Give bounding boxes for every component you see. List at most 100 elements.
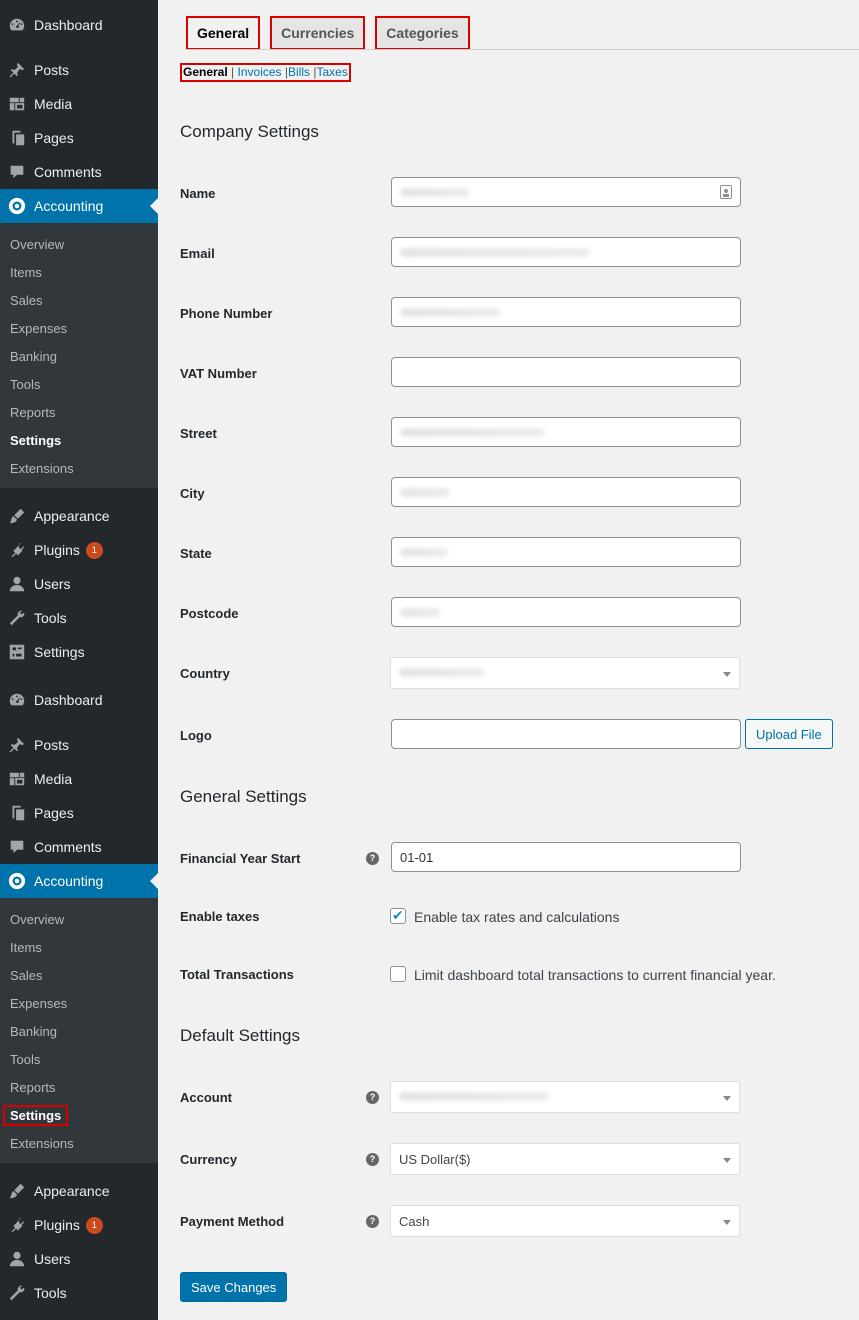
submenu-item-settings[interactable]: Settings xyxy=(0,1101,158,1129)
help-icon[interactable]: ? xyxy=(366,1153,379,1166)
sidebar-item-accounting[interactable]: Accounting xyxy=(0,864,158,898)
update-count-badge: 1 xyxy=(85,541,103,559)
submenu-item-label: Expenses xyxy=(10,995,68,1011)
logo-label: Logo xyxy=(180,728,212,743)
email-input[interactable] xyxy=(391,237,741,267)
sidebar-item-comments[interactable]: Comments xyxy=(0,830,158,864)
payment-method-select[interactable]: Cash xyxy=(390,1205,740,1237)
help-icon[interactable]: ? xyxy=(366,1215,379,1228)
phone-input[interactable] xyxy=(391,297,741,327)
tab-currencies[interactable]: Currencies xyxy=(270,16,366,50)
submenu-item-label: Expenses xyxy=(10,320,68,336)
city-input[interactable] xyxy=(391,477,741,507)
sidebar-item-plugins[interactable]: Plugins 1 xyxy=(0,533,158,567)
sidebar-item-media[interactable]: Media xyxy=(0,762,158,796)
currency-select[interactable]: US Dollar($) xyxy=(390,1143,740,1175)
submenu-item-label: Sales xyxy=(10,967,43,983)
postcode-input[interactable] xyxy=(391,597,741,627)
subsection-taxes[interactable]: Taxes xyxy=(317,65,348,79)
sidebar-item-users[interactable]: Users xyxy=(0,567,158,601)
tab-general[interactable]: General xyxy=(186,16,261,50)
submenu-item-extensions[interactable]: Extensions xyxy=(0,1129,158,1157)
postcode-label: Postcode xyxy=(180,606,239,621)
pages-icon xyxy=(7,803,27,823)
country-select[interactable] xyxy=(390,657,740,689)
state-input[interactable] xyxy=(391,537,741,567)
submenu-item-expenses[interactable]: Expenses xyxy=(0,989,158,1017)
sidebar-item-label: Comments xyxy=(34,164,102,180)
sidebar-item-label: Plugins xyxy=(34,542,80,558)
subsection-bills[interactable]: Bills xyxy=(288,65,310,79)
pages-icon xyxy=(7,128,27,148)
submenu-item-items[interactable]: Items xyxy=(0,258,158,286)
submenu-item-label: Tools xyxy=(10,376,41,392)
currency-label: Currency xyxy=(180,1152,238,1167)
submenu-item-banking[interactable]: Banking xyxy=(0,1017,158,1045)
enable-taxes-checkbox[interactable] xyxy=(390,907,406,924)
submenu-item-sales[interactable]: Sales xyxy=(0,961,158,989)
sidebar-item-dashboard[interactable]: Dashboard xyxy=(0,8,158,42)
enable-taxes-text: Enable tax rates and calculations xyxy=(414,909,620,925)
sidebar-item-appearance[interactable]: Appearance xyxy=(0,1174,158,1208)
sidebar-item-dashboard[interactable]: Dashboard xyxy=(0,683,158,717)
sidebar-item-pages[interactable]: Pages xyxy=(0,121,158,155)
submenu-item-settings[interactable]: Settings xyxy=(0,426,158,454)
help-icon[interactable]: ? xyxy=(366,1091,379,1104)
save-changes-button[interactable]: Save Changes xyxy=(180,1272,288,1302)
subsection-invoices[interactable]: Invoices xyxy=(238,65,282,79)
submenu-item-label: Reports xyxy=(10,1079,56,1095)
sidebar-item-comments[interactable]: Comments xyxy=(0,155,158,189)
submenu-item-tools[interactable]: Tools xyxy=(0,1045,158,1073)
appearance-icon xyxy=(7,1181,27,1201)
sidebar-item-label: Plugins xyxy=(34,1217,80,1233)
logo-input[interactable] xyxy=(391,719,741,749)
financial-year-input[interactable] xyxy=(391,842,741,872)
sidebar-item-users[interactable]: Users xyxy=(0,1242,158,1276)
sidebar-item-label: Comments xyxy=(34,839,102,855)
submenu-item-label: Items xyxy=(10,264,42,280)
submenu-item-extensions[interactable]: Extensions xyxy=(0,454,158,482)
dashboard-icon xyxy=(7,15,27,35)
submenu-item-label: Settings xyxy=(3,1104,69,1126)
sidebar-item-tools[interactable]: Tools xyxy=(0,601,158,635)
admin-sidebar: Dashboard Posts Media Pages Comments Accounti… xyxy=(0,0,158,1320)
submenu-item-items[interactable]: Items xyxy=(0,933,158,961)
submenu-item-sales[interactable]: Sales xyxy=(0,286,158,314)
dashboard-icon xyxy=(7,690,27,710)
submenu-item-banking[interactable]: Banking xyxy=(0,342,158,370)
sidebar-item-label: Appearance xyxy=(34,508,110,524)
name-input[interactable] xyxy=(391,177,741,207)
sidebar-item-media[interactable]: Media xyxy=(0,87,158,121)
submenu-item-reports[interactable]: Reports xyxy=(0,398,158,426)
general-settings-title: General Settings xyxy=(180,787,307,806)
subsection-general[interactable]: General xyxy=(183,65,228,79)
submenu-item-tools[interactable]: Tools xyxy=(0,370,158,398)
tab-categories[interactable]: Categories xyxy=(375,16,470,50)
help-icon[interactable]: ? xyxy=(366,852,379,865)
street-input[interactable] xyxy=(391,417,741,447)
enable-taxes-label: Enable taxes xyxy=(180,909,260,924)
sidebar-item-label: Accounting xyxy=(34,198,104,214)
redacted-value xyxy=(400,548,448,557)
vat-input[interactable] xyxy=(391,357,741,387)
submenu-item-expenses[interactable]: Expenses xyxy=(0,314,158,342)
sidebar-item-tools[interactable]: Tools xyxy=(0,1276,158,1310)
sidebar-item-accounting[interactable]: Accounting xyxy=(0,189,158,223)
account-select[interactable] xyxy=(390,1081,740,1113)
sidebar-item-posts[interactable]: Posts xyxy=(0,728,158,762)
sidebar-item-settings[interactable]: Settings xyxy=(0,635,158,669)
submenu-item-reports[interactable]: Reports xyxy=(0,1073,158,1101)
submenu-item-label: Banking xyxy=(10,348,57,364)
sidebar-item-pages[interactable]: Pages xyxy=(0,796,158,830)
sidebar-item-posts[interactable]: Posts xyxy=(0,53,158,87)
submenu-item-overview[interactable]: Overview xyxy=(0,230,158,258)
sidebar-item-appearance[interactable]: Appearance xyxy=(0,499,158,533)
submenu-item-overview[interactable]: Overview xyxy=(0,905,158,933)
currency-value: US Dollar($) xyxy=(399,1151,471,1167)
upload-file-button[interactable]: Upload File xyxy=(745,719,833,749)
phone-label: Phone Number xyxy=(180,306,273,321)
sidebar-item-plugins[interactable]: Plugins 1 xyxy=(0,1208,158,1242)
total-transactions-checkbox[interactable] xyxy=(390,966,406,982)
total-transactions-label: Total Transactions xyxy=(180,967,294,982)
redacted-value xyxy=(400,248,590,257)
